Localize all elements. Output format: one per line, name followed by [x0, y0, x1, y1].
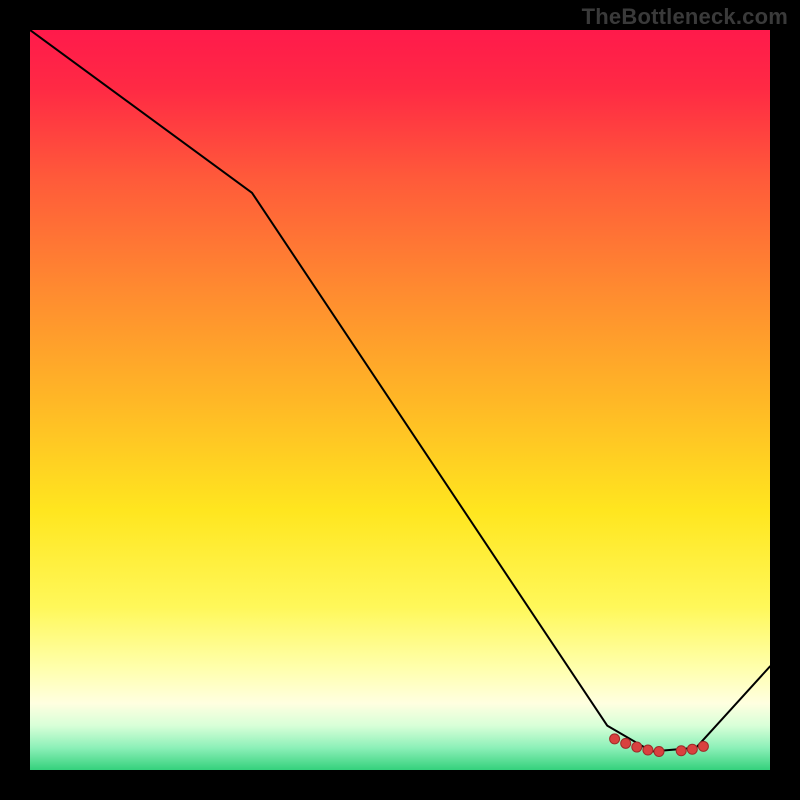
marker-dot	[687, 744, 697, 754]
marker-dot	[632, 742, 642, 752]
watermark-text: TheBottleneck.com	[582, 4, 788, 30]
marker-dot	[676, 746, 686, 756]
marker-dot	[643, 745, 653, 755]
marker-dot	[654, 747, 664, 757]
marker-dot	[610, 734, 620, 744]
plot-area	[30, 30, 770, 770]
marker-dot	[698, 741, 708, 751]
chart-frame: TheBottleneck.com	[0, 0, 800, 800]
chart-svg	[30, 30, 770, 770]
gradient-background	[30, 30, 770, 770]
marker-dot	[621, 738, 631, 748]
